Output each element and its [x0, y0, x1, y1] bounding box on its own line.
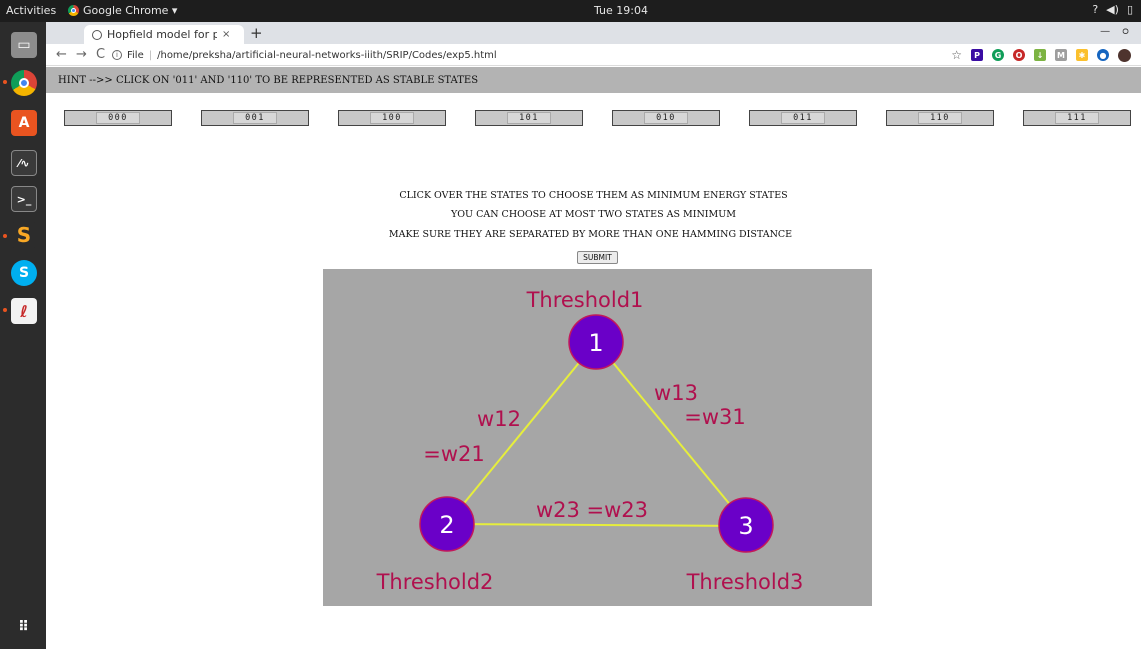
edge-2-3	[446, 523, 747, 527]
tab-title: Hopfield model for patte	[107, 28, 217, 41]
app-dock: ▭ A ⁄∿ >_ S S ℓ ⠿	[0, 22, 46, 649]
state-button-110[interactable]: 110	[886, 110, 994, 126]
node-3-label: 3	[738, 512, 753, 540]
show-applications-icon[interactable]: ⠿	[11, 614, 37, 640]
tab-strip: Hopfield model for patte × + — ᴑ	[46, 22, 1141, 44]
info-icon[interactable]: i	[112, 50, 122, 60]
system-monitor-icon[interactable]: ⁄∿	[11, 150, 37, 176]
weight-w13-label: w13	[654, 381, 698, 405]
profile-avatar[interactable]	[1118, 48, 1131, 62]
state-button-101[interactable]: 101	[475, 110, 583, 126]
extension-opera-icon[interactable]: O	[1013, 49, 1025, 61]
extension-color-icon[interactable]: ✱	[1076, 49, 1088, 61]
reload-icon[interactable]: C	[96, 47, 105, 62]
extension-grammarly-icon[interactable]: G	[992, 49, 1004, 61]
terminal-icon[interactable]: >_	[11, 186, 37, 212]
extensions-bar: ☆ P G O ↓ M ✱ ●	[951, 48, 1131, 62]
node-1-label: 1	[588, 329, 603, 357]
url-text: /home/preksha/artificial-neural-networks…	[157, 49, 497, 61]
sublime-text-icon[interactable]: S	[11, 222, 37, 248]
address-bar[interactable]: i File | /home/preksha/artificial-neural…	[112, 46, 497, 64]
extension-mail-icon[interactable]: M	[1055, 49, 1067, 61]
file-label: File	[127, 49, 144, 61]
forward-icon[interactable]: →	[76, 47, 87, 62]
submit-button[interactable]: SUBMIT	[577, 251, 618, 264]
extension-p-icon[interactable]: P	[971, 49, 983, 61]
globe-icon	[92, 29, 102, 40]
state-button-label: 110	[918, 112, 962, 124]
separator: |	[148, 49, 153, 61]
weight-w31-label: =w31	[684, 405, 746, 429]
edge-1-3	[595, 341, 747, 525]
state-button-label: 100	[370, 112, 414, 124]
tab-hopfield[interactable]: Hopfield model for patte ×	[84, 25, 244, 44]
browser-window: Hopfield model for patte × + — ᴑ ← → C i…	[46, 22, 1141, 649]
page-content: HINT -->> CLICK ON '011' AND '110' TO BE…	[46, 67, 1141, 649]
close-tab-icon[interactable]: ×	[222, 29, 230, 40]
instruction-3: MAKE SURE THEY ARE SEPARATED BY MORE THA…	[388, 229, 793, 240]
instruction-1: CLICK OVER THE STATES TO CHOOSE THEM AS …	[399, 190, 788, 201]
new-tab-button[interactable]: +	[250, 24, 263, 42]
volume-icon: ◀)	[1106, 3, 1119, 16]
threshold2-label: Threshold2	[376, 570, 494, 594]
pdf-viewer-icon[interactable]: ℓ	[11, 298, 37, 324]
chrome-dock-icon[interactable]	[11, 70, 37, 96]
software-center-icon[interactable]: A	[11, 110, 37, 136]
state-button-001[interactable]: 001	[201, 110, 309, 126]
hopfield-network-diagram: 1 2 3 Threshold1 Threshold2 Threshold3 w…	[323, 269, 872, 606]
state-button-010[interactable]: 010	[612, 110, 720, 126]
browser-toolbar: ← → C i File | /home/preksha/artificial-…	[46, 44, 1141, 66]
minimize-icon[interactable]: —	[1100, 26, 1110, 37]
weight-w23-label: w23 =w23	[536, 498, 648, 522]
extension-download-icon[interactable]: ↓	[1034, 49, 1046, 61]
state-button-100[interactable]: 100	[338, 110, 446, 126]
state-button-label: 111	[1055, 112, 1099, 124]
state-button-000[interactable]: 000	[64, 110, 172, 126]
help-icon: ?	[1092, 3, 1099, 16]
battery-icon: ▯	[1126, 3, 1133, 16]
network-svg: 1 2 3 Threshold1 Threshold2 Threshold3 w…	[376, 288, 804, 594]
instruction-2: YOU CAN CHOOSE AT MOST TWO STATES AS MIN…	[451, 209, 736, 220]
skype-icon[interactable]: S	[11, 260, 37, 286]
system-top-bar: Activities Google Chrome ▾ Tue 19:04 ? ◀…	[0, 0, 1141, 22]
threshold1-label: Threshold1	[526, 288, 644, 312]
state-button-011[interactable]: 011	[749, 110, 857, 126]
app-menu-label: Google Chrome ▾	[83, 4, 178, 17]
back-icon[interactable]: ←	[56, 47, 67, 62]
extension-blue-icon[interactable]: ●	[1097, 49, 1109, 61]
threshold3-label: Threshold3	[686, 570, 804, 594]
weight-w21-label: =w21	[423, 442, 485, 466]
node-2-label: 2	[439, 511, 454, 539]
state-button-label: 101	[507, 112, 551, 124]
clock[interactable]: Tue 19:04	[594, 4, 648, 17]
state-button-label: 010	[644, 112, 688, 124]
maximize-icon[interactable]: ᴑ	[1122, 26, 1129, 37]
state-button-111[interactable]: 111	[1023, 110, 1131, 126]
chrome-icon	[68, 5, 79, 16]
weight-w12-label: w12	[477, 407, 521, 431]
edge-1-2	[446, 341, 597, 525]
files-icon[interactable]: ▭	[11, 32, 37, 58]
app-menu[interactable]: Google Chrome ▾	[68, 4, 177, 17]
status-area[interactable]: ? ◀) ▯	[1092, 3, 1133, 16]
window-controls: — ᴑ	[1100, 26, 1129, 37]
state-button-label: 000	[96, 112, 140, 124]
activities-button[interactable]: Activities	[6, 4, 56, 17]
bookmark-star-icon[interactable]: ☆	[951, 48, 962, 62]
hint-bar: HINT -->> CLICK ON '011' AND '110' TO BE…	[46, 67, 1141, 93]
state-button-label: 011	[781, 112, 825, 124]
state-button-label: 001	[233, 112, 277, 124]
